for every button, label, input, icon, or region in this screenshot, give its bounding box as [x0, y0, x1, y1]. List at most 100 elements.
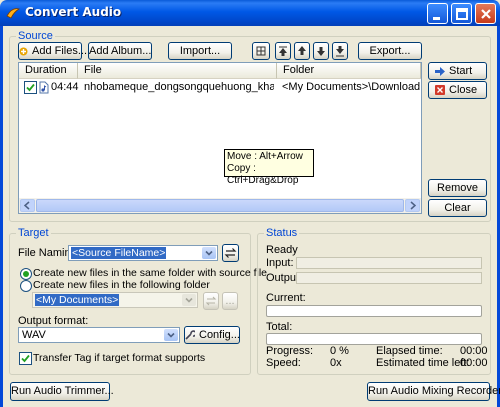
move-up-button[interactable] [294, 42, 310, 60]
radio-same-folder[interactable] [20, 268, 32, 280]
chevron-down-icon [167, 332, 175, 338]
row-duration: 04:44 [51, 81, 79, 93]
scroll-left-button[interactable] [20, 199, 35, 212]
tooltip: Move : Alt+Arrow Copy : Ctrl+Drag&Drop [224, 149, 314, 186]
swap-arrows-icon [224, 248, 237, 258]
remove-button[interactable]: Remove [428, 179, 487, 197]
column-header-folder[interactable]: Folder [277, 63, 421, 79]
input-field [296, 257, 482, 269]
scroll-right-icon [410, 201, 417, 210]
total-label: Total: [266, 321, 293, 333]
row-folder: <My Documents>\Downloads\Music\ [282, 81, 420, 93]
output-format-dropdown[interactable] [164, 329, 178, 341]
swap-arrows-icon [205, 296, 217, 306]
config-button[interactable]: Config... [184, 326, 240, 344]
swap-button[interactable] [222, 244, 239, 262]
scroll-left-icon [23, 201, 30, 210]
progress-label: Progress: [266, 345, 314, 357]
radio-following-folder[interactable] [20, 280, 32, 292]
config-label: Config... [199, 329, 240, 341]
folder-browse-button[interactable]: ... [222, 292, 238, 310]
start-label: Start [449, 65, 473, 77]
scroll-thumb[interactable] [36, 199, 404, 212]
window-frame-left [0, 26, 3, 407]
transfer-tag-checkbox[interactable] [19, 352, 32, 365]
transfer-tag-label: Transfer Tag if target format supports [33, 352, 206, 364]
select-all-button[interactable] [252, 42, 270, 60]
radio-same-folder-label: Create new files in the same folder with… [33, 267, 268, 279]
folder-value: <My Documents> [35, 294, 120, 306]
folder-dropdown[interactable] [182, 294, 196, 306]
minimize-button[interactable] [427, 3, 448, 24]
add-album-button[interactable]: Add Album... [88, 42, 152, 60]
file-naming-select[interactable]: <Source FileName> [68, 245, 218, 261]
list-item[interactable]: 04:44 nhobameque_dongsongquehuong_khanhd… [19, 80, 421, 96]
row-checkbox[interactable] [24, 81, 37, 94]
chevron-down-icon [205, 250, 213, 256]
run-audio-trimmer-button[interactable]: Run Audio Trimmer... [10, 382, 114, 401]
row-file: nhobameque_dongsongquehuong_khanhduy_04.… [84, 81, 274, 93]
tooltip-copy: Copy : Ctrl+Drag&Drop [227, 163, 299, 186]
output-format-value: WAV [22, 329, 46, 341]
maximize-button[interactable] [451, 3, 472, 24]
run-audio-mixing-recorder-button[interactable]: Run Audio Mixing Recorder... [367, 382, 500, 401]
output-field [296, 272, 482, 284]
window-title: Convert Audio [25, 5, 122, 19]
status-legend: Status [264, 227, 300, 239]
arrow-up-icon [298, 46, 306, 55]
output-format-label: Output format: [18, 315, 89, 327]
title-bar[interactable]: Convert Audio [0, 0, 500, 26]
close-x-icon [435, 85, 445, 96]
speed-label: Speed: [266, 357, 301, 369]
start-button[interactable]: Start [428, 62, 487, 80]
column-header-duration[interactable]: Duration [19, 63, 78, 79]
audio-file-icon [39, 81, 49, 94]
status-state: Ready [266, 244, 298, 256]
add-icon [19, 47, 28, 56]
radio-selected-dot [23, 271, 29, 277]
move-down-button[interactable] [313, 42, 329, 60]
target-legend: Target [16, 227, 51, 239]
horizontal-scrollbar[interactable] [19, 198, 421, 213]
window-close-button[interactable] [475, 3, 496, 24]
input-label: Input: [266, 257, 294, 269]
progress-value: 0 % [330, 345, 349, 357]
elapsed-label: Elapsed time: [376, 345, 443, 357]
add-files-button[interactable]: Add Files... [18, 42, 87, 60]
scroll-right-button[interactable] [405, 199, 420, 212]
minimize-icon [433, 17, 440, 20]
wrench-icon [185, 330, 195, 340]
speed-value: 0x [330, 357, 342, 369]
chevron-down-icon [185, 297, 193, 303]
move-top-button[interactable] [275, 42, 291, 60]
close-label: Close [449, 84, 478, 96]
arrow-down-icon [317, 47, 325, 56]
output-format-select[interactable]: WAV [18, 327, 180, 343]
app-icon [6, 8, 20, 19]
elapsed-value: 00:00 [460, 345, 488, 357]
import-button[interactable]: Import... [168, 42, 232, 60]
move-top-icon [279, 46, 287, 56]
move-bottom-button[interactable] [332, 42, 348, 60]
source-legend: Source [16, 30, 55, 42]
check-icon [21, 354, 30, 363]
add-files-label: Add Files... [32, 45, 88, 57]
folder-select[interactable]: <My Documents> [32, 292, 198, 308]
total-progress-bar [266, 333, 482, 345]
file-list[interactable]: Duration File Folder 04:44 nhobameque_do… [18, 62, 422, 214]
current-label: Current: [266, 292, 306, 304]
folder-swap-button[interactable] [203, 292, 219, 310]
maximize-icon [456, 8, 468, 20]
file-naming-value: <Source FileName> [71, 247, 167, 259]
start-arrow-icon [435, 66, 445, 76]
tooltip-move: Move : Alt+Arrow [227, 151, 303, 162]
clear-button[interactable]: Clear [428, 199, 487, 217]
file-naming-dropdown[interactable] [202, 247, 216, 259]
remaining-label: Estimated time left: [376, 357, 470, 369]
close-button[interactable]: Close [428, 81, 487, 99]
column-header-file[interactable]: File [78, 63, 277, 79]
check-icon [26, 83, 35, 92]
export-button[interactable]: Export... [358, 42, 422, 60]
radio-following-folder-label: Create new files in the following folder [33, 279, 210, 291]
close-icon [481, 9, 491, 19]
